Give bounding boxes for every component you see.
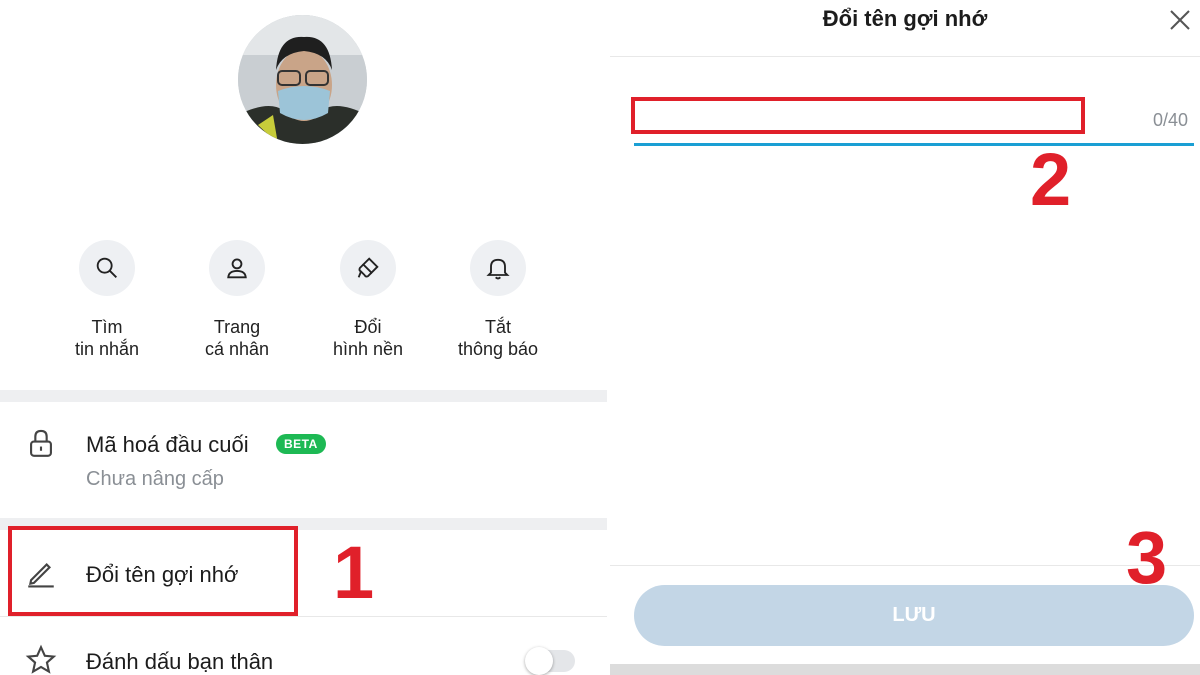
character-counter: 0/40 [1153,110,1189,130]
step-1-label: 1 [333,531,375,614]
save-button[interactable]: LƯU [634,585,1194,646]
highlight-box-step2 [631,97,1085,134]
star-icon [24,643,58,675]
step-2-label: 2 [1030,138,1072,221]
avatar[interactable] [238,15,367,144]
person-icon [209,240,265,296]
encryption-title: Mã hoá đầu cuối [86,432,249,457]
highlight-box-step1 [8,526,298,616]
profile-label: Trang cá nhân [204,317,270,359]
paint-brush-icon [340,240,396,296]
quick-actions: Tìm tin nhắn Trang cá nhân Đổi hình nền … [0,240,607,370]
section-divider [0,390,607,402]
encryption-row[interactable]: Mã hoá đầu cuối BETA Chưa nâng cấp [0,402,607,518]
best-friend-toggle[interactable] [525,647,575,675]
lock-icon [24,426,58,465]
rename-dialog: Đổi tên gợi nhớ 0/40 2 3 LƯU [610,0,1200,675]
search-icon [79,240,135,296]
change-wallpaper-action[interactable]: Đổi hình nền [303,240,433,360]
bell-icon [470,240,526,296]
profile-action[interactable]: Trang cá nhân [172,240,302,360]
mute-notifications-action[interactable]: Tắt thông báo [433,240,563,360]
encryption-status: Chưa nâng cấp [86,468,224,490]
conversation-options-panel: Tìm tin nhắn Trang cá nhân Đổi hình nền … [0,0,607,675]
step-3-label: 3 [1126,516,1168,599]
beta-badge: BETA [276,434,326,454]
best-friend-row[interactable]: Đánh dấu bạn thân [0,617,607,675]
toggle-knob [525,647,553,675]
close-icon[interactable] [1166,6,1194,34]
search-messages-action[interactable]: Tìm tin nhắn [42,240,172,360]
mute-notifications-label: Tắt thông báo [457,317,539,359]
search-messages-label: Tìm tin nhắn [74,317,140,359]
change-wallpaper-label: Đổi hình nền [332,317,404,359]
footer-divider [610,565,1200,566]
input-underline [634,143,1194,146]
dialog-title: Đổi tên gợi nhớ [822,6,988,31]
header-divider [610,56,1200,57]
bottom-bar [610,664,1200,675]
best-friend-title: Đánh dấu bạn thân [86,649,274,674]
